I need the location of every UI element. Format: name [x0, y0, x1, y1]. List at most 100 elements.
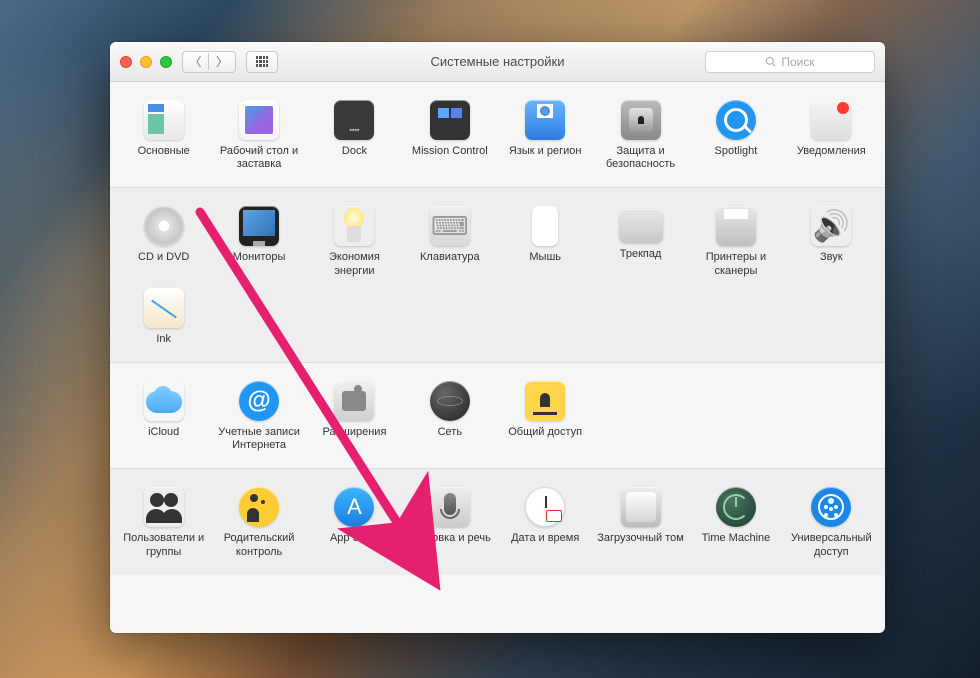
pref-date-time[interactable]: Дата и время [498, 479, 593, 560]
pref-label: Мониторы [233, 251, 286, 264]
app-store-icon [334, 487, 374, 527]
pref-label: Расширения [322, 426, 386, 439]
pref-notifications[interactable]: Уведомления [784, 92, 879, 173]
pref-parental[interactable]: Родительский контроль [211, 479, 306, 560]
back-icon[interactable]: 〈 [183, 53, 209, 70]
pref-desktop[interactable]: Рабочий стол и заставка [211, 92, 306, 173]
spotlight-icon [716, 100, 756, 140]
pref-mouse[interactable]: Мышь [498, 198, 593, 279]
pref-label: Ink [156, 333, 171, 346]
trackpad-icon [619, 209, 663, 243]
pref-label: Dock [342, 145, 367, 158]
pref-sharing[interactable]: Общий доступ [498, 373, 593, 454]
users-icon [144, 487, 184, 527]
pref-displays[interactable]: Мониторы [211, 198, 306, 279]
sound-icon [811, 206, 851, 246]
pref-label: Родительский контроль [213, 532, 304, 558]
accounts-icon [239, 381, 279, 421]
pref-users-groups[interactable]: Пользователи и группы [116, 479, 211, 560]
language-icon [525, 100, 565, 140]
minimize-button[interactable] [140, 56, 152, 68]
pref-label: Mission Control [412, 145, 488, 158]
accessibility-icon [811, 487, 851, 527]
pref-trackpad[interactable]: Трекпад [593, 198, 688, 279]
pref-label: Язык и регион [509, 145, 582, 158]
pref-dictation[interactable]: Диктовка и речь [402, 479, 497, 560]
pref-app-store[interactable]: App Store [307, 479, 402, 560]
zoom-button[interactable] [160, 56, 172, 68]
general-icon [144, 100, 184, 140]
mouse-icon [532, 206, 558, 246]
datetime-icon [525, 487, 565, 527]
titlebar: 〈 〉 Системные настройки Поиск [110, 42, 885, 82]
forward-icon[interactable]: 〉 [209, 53, 235, 70]
pref-network[interactable]: Сеть [402, 373, 497, 454]
mission-control-icon [430, 100, 470, 140]
nav-back-forward[interactable]: 〈 〉 [182, 51, 236, 73]
pref-label: Защита и безопасность [595, 145, 686, 171]
notifications-icon [811, 100, 851, 140]
desktop-icon [239, 100, 279, 140]
section-internet: iCloud Учетные записи Интернета Расширен… [110, 363, 885, 469]
grid-icon [256, 56, 268, 68]
pref-label: Диктовка и речь [409, 532, 491, 545]
pref-label: iCloud [148, 426, 179, 439]
sharing-icon [525, 381, 565, 421]
pref-spotlight[interactable]: Spotlight [688, 92, 783, 173]
pref-icloud[interactable]: iCloud [116, 373, 211, 454]
pref-label: Уведомления [797, 145, 866, 158]
pref-label: Экономия энергии [309, 251, 400, 277]
network-icon [430, 381, 470, 421]
section-hardware: CD и DVD Мониторы Экономия энергии Клави… [110, 188, 885, 363]
pref-language[interactable]: Язык и регион [498, 92, 593, 173]
energy-icon [334, 206, 374, 246]
close-button[interactable] [120, 56, 132, 68]
keyboard-icon [430, 206, 470, 246]
system-preferences-window: 〈 〉 Системные настройки Поиск Основные Р… [110, 42, 885, 633]
pref-label: Загрузочный том [597, 532, 684, 545]
pref-label: Универсальный доступ [786, 532, 877, 558]
startup-disk-icon [621, 487, 661, 527]
pref-label: Принтеры и сканеры [690, 251, 781, 277]
window-controls [120, 56, 172, 68]
cd-icon [144, 206, 184, 246]
extensions-icon [334, 381, 374, 421]
ink-icon [144, 288, 184, 328]
pref-security[interactable]: Защита и безопасность [593, 92, 688, 173]
pref-energy[interactable]: Экономия энергии [307, 198, 402, 279]
dictation-icon [430, 487, 470, 527]
pref-label: Клавиатура [420, 251, 480, 264]
show-all-button[interactable] [246, 51, 278, 73]
pref-cd-dvd[interactable]: CD и DVD [116, 198, 211, 279]
time-machine-icon [716, 487, 756, 527]
pref-label: Time Machine [702, 532, 771, 545]
section-personal: Основные Рабочий стол и заставка Dock Mi… [110, 82, 885, 188]
pref-time-machine[interactable]: Time Machine [688, 479, 783, 560]
pref-keyboard[interactable]: Клавиатура [402, 198, 497, 279]
pref-extensions[interactable]: Расширения [307, 373, 402, 454]
dock-icon [334, 100, 374, 140]
pref-label: Spotlight [715, 145, 758, 158]
parental-icon [239, 487, 279, 527]
pref-printers[interactable]: Принтеры и сканеры [688, 198, 783, 279]
printer-icon [716, 206, 756, 246]
pref-internet-accounts[interactable]: Учетные записи Интернета [211, 373, 306, 454]
pref-label: App Store [330, 532, 379, 545]
pref-general[interactable]: Основные [116, 92, 211, 173]
icloud-icon [144, 381, 184, 421]
pref-label: Дата и время [511, 532, 579, 545]
pref-ink[interactable]: Ink [116, 280, 211, 348]
pref-accessibility[interactable]: Универсальный доступ [784, 479, 879, 560]
pref-sound[interactable]: Звук [784, 198, 879, 279]
search-icon [765, 56, 776, 67]
pref-label: Звук [820, 251, 843, 264]
security-icon [621, 100, 661, 140]
search-placeholder: Поиск [781, 55, 814, 69]
pref-startup-disk[interactable]: Загрузочный том [593, 479, 688, 560]
pref-dock[interactable]: Dock [307, 92, 402, 173]
pref-mission-control[interactable]: Mission Control [402, 92, 497, 173]
pref-label: Учетные записи Интернета [213, 426, 304, 452]
section-system: Пользователи и группы Родительский контр… [110, 469, 885, 574]
search-field[interactable]: Поиск [705, 51, 875, 73]
display-icon [239, 206, 279, 246]
